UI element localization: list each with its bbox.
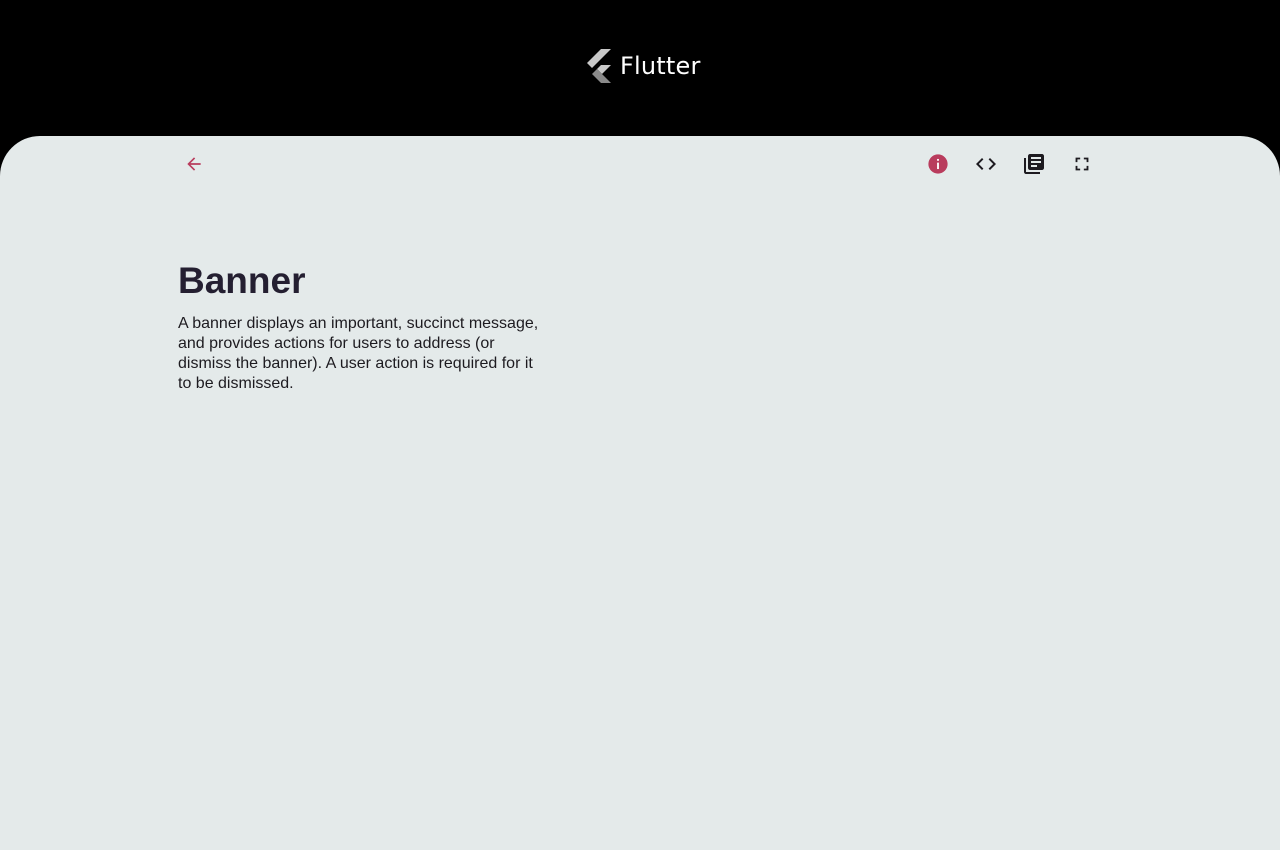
- code-button[interactable]: [970, 148, 1002, 180]
- page-title: Banner: [178, 260, 306, 301]
- code-icon: [976, 158, 996, 170]
- fullscreen-icon: [1075, 157, 1089, 171]
- info-button[interactable]: [922, 148, 954, 180]
- fullscreen-button[interactable]: [1066, 148, 1098, 180]
- demo-description-section: Banner A banner displays an important, s…: [178, 258, 548, 394]
- logo-text: Flutter: [620, 52, 701, 80]
- library-books-icon: [1024, 154, 1044, 174]
- back-button[interactable]: [178, 148, 210, 180]
- info-icon: [928, 154, 948, 174]
- app-header: Flutter: [0, 0, 1280, 136]
- documentation-button[interactable]: [1018, 148, 1050, 180]
- demo-panel: Banner A banner displays an important, s…: [0, 136, 1280, 850]
- flutter-logo: Flutter: [584, 48, 701, 84]
- arrow-back-icon: [187, 157, 201, 171]
- flutter-logo-icon: [587, 49, 611, 83]
- page-description: A banner displays an important, succinct…: [178, 315, 539, 392]
